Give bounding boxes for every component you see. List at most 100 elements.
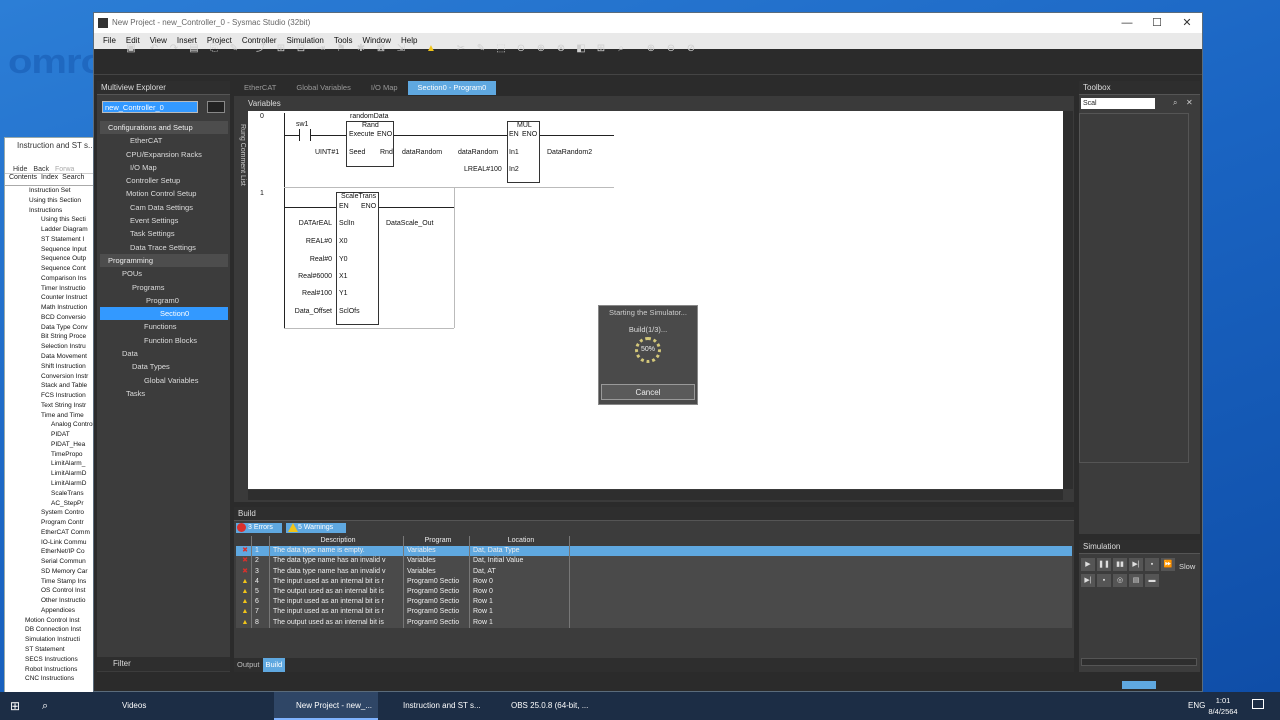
variables-header[interactable]: Variables bbox=[248, 99, 288, 108]
help-hide-button[interactable]: Hide bbox=[13, 166, 27, 173]
help-tree-item[interactable]: CNC Instructions bbox=[5, 674, 95, 684]
build-col-header[interactable]: Program bbox=[404, 536, 470, 547]
help-tree-item[interactable]: EtherCAT Comm bbox=[5, 528, 95, 538]
editor-horizontal-scrollbar[interactable] bbox=[248, 490, 1063, 500]
help-tree-item[interactable]: Program Contr bbox=[5, 518, 95, 528]
search-icon[interactable]: ⌕ bbox=[1173, 98, 1183, 109]
help-tree-item[interactable]: Sequence Outp bbox=[5, 254, 95, 264]
controller-toggle[interactable] bbox=[207, 101, 225, 113]
editor-vertical-scrollbar[interactable] bbox=[1063, 111, 1073, 489]
help-tree-item[interactable]: System Contro bbox=[5, 508, 95, 518]
help-tree-item[interactable]: EtherNet/IP Co bbox=[5, 547, 95, 557]
scaletrans-input-3[interactable]: Real#6000 bbox=[274, 273, 332, 280]
mul-output-value[interactable]: DataRandom2 bbox=[547, 149, 592, 156]
explorer-item-function-blocks[interactable]: Function Blocks bbox=[100, 334, 228, 347]
explorer-item-data-trace-settings[interactable]: Data Trace Settings bbox=[100, 241, 228, 254]
help-tree-item[interactable]: IO-Link Commu bbox=[5, 538, 95, 548]
help-tree-item[interactable]: OS Control Inst bbox=[5, 586, 95, 596]
toolbar-icon[interactable]: ⊞ bbox=[595, 43, 607, 55]
build-tab[interactable]: Build bbox=[262, 658, 286, 672]
toolbar-icon[interactable]: ✱ bbox=[355, 43, 367, 55]
help-tree-item[interactable]: SECS Instructions bbox=[5, 655, 95, 665]
help-tree-item[interactable]: Data Type Conv bbox=[5, 323, 95, 333]
sim-control-icon[interactable]: ▶| bbox=[1129, 558, 1143, 571]
help-tree-item[interactable]: LimitAlarm_ bbox=[5, 459, 95, 469]
sim-control-icon[interactable]: ▪ bbox=[1145, 558, 1159, 571]
sim-control-icon[interactable]: ▬ bbox=[1145, 574, 1159, 587]
rung-comment-list[interactable]: Rung Comment List bbox=[236, 124, 246, 204]
rnd-output-value[interactable]: dataRandom bbox=[402, 149, 442, 156]
controller-select[interactable]: new_Controller_0 bbox=[102, 101, 198, 113]
tab-section0-program0[interactable]: Section0 - Program0 bbox=[407, 81, 497, 95]
build-col-header[interactable] bbox=[236, 536, 252, 547]
explorer-item-pous[interactable]: POUs bbox=[100, 267, 228, 280]
help-tree-item[interactable]: Appendices bbox=[5, 606, 95, 616]
table-row[interactable]: ▲ 6 The input used as an internal bit is r… bbox=[236, 597, 1072, 608]
toolbar-icon[interactable]: ▤ bbox=[188, 43, 200, 55]
help-tree-item[interactable]: Sequence Input bbox=[5, 245, 95, 255]
explorer-item-i-o-map[interactable]: I/O Map bbox=[100, 161, 228, 174]
windows-start-icon[interactable]: ⊞ bbox=[10, 700, 22, 712]
help-tree-item[interactable]: Time and Time bbox=[5, 411, 95, 421]
help-tree-item[interactable]: PIDAT bbox=[5, 430, 95, 440]
explorer-item-controller-setup[interactable]: Controller Setup bbox=[100, 174, 228, 187]
toolbar-icon[interactable]: ⤴ bbox=[255, 43, 267, 55]
toolbar-icon[interactable]: ⇲ bbox=[395, 43, 407, 55]
help-tree-item[interactable]: Ladder Diagram bbox=[5, 225, 95, 235]
toolbar-icon[interactable]: ⬚ bbox=[495, 43, 507, 55]
help-tree-item[interactable]: Using this Secti bbox=[5, 215, 95, 225]
toolbar-icon[interactable]: ↶ bbox=[148, 43, 160, 55]
help-forward-button[interactable]: Forwa bbox=[55, 166, 74, 173]
help-tree-item[interactable]: Instructions bbox=[5, 206, 95, 216]
toolbar-icon[interactable]: ↷ bbox=[168, 43, 180, 55]
toolbar-icon[interactable]: ⊘ bbox=[685, 43, 697, 55]
help-tree-item[interactable]: ST Statement I bbox=[5, 235, 95, 245]
table-row[interactable]: ▲ 5 The output used as an internal bit is P… bbox=[236, 586, 1072, 598]
help-tree-item[interactable]: AC_StepPr bbox=[5, 499, 95, 509]
sim-control-icon[interactable]: ▤ bbox=[1129, 574, 1143, 587]
scaletrans-input-0[interactable]: DATArEAL bbox=[274, 220, 332, 227]
help-tree-item[interactable]: LimitAlarmD bbox=[5, 479, 95, 489]
explorer-item-data-types[interactable]: Data Types bbox=[100, 360, 228, 373]
toolbar-icon[interactable]: ⊕ bbox=[645, 43, 657, 55]
scaletrans-input-1[interactable]: REAL#0 bbox=[274, 238, 332, 245]
help-tree-item[interactable]: FCS Instruction bbox=[5, 391, 95, 401]
toolbar-icon[interactable]: ✎ bbox=[228, 43, 240, 55]
taskbar-app-help[interactable]: Instruction and ST s... bbox=[382, 692, 486, 720]
clock-date[interactable]: 8/4/2564 bbox=[1206, 707, 1240, 716]
help-tree-item[interactable]: Robot Instructions bbox=[5, 665, 95, 675]
toolbar-icon[interactable]: ⌕ bbox=[615, 43, 627, 55]
tab-i-o-map[interactable]: I/O Map bbox=[361, 81, 408, 95]
table-row[interactable]: ✖ 2 The data type name has an invalid v Var… bbox=[236, 556, 1072, 567]
explorer-item-program0[interactable]: Program0 bbox=[100, 294, 228, 307]
toolbar-icon[interactable]: ✂ bbox=[455, 43, 467, 55]
help-tree-item[interactable]: Instruction Set bbox=[5, 186, 95, 196]
table-row[interactable]: ✖ 1 The data type name is empty. Variables D… bbox=[236, 546, 1072, 557]
sim-control-icon[interactable]: ⏩ bbox=[1161, 558, 1175, 571]
explorer-item-event-settings[interactable]: Event Settings bbox=[100, 214, 228, 227]
help-tree-item[interactable]: Text String Instr bbox=[5, 401, 95, 411]
toolbar-icon[interactable]: ◧ bbox=[575, 43, 587, 55]
explorer-item-data[interactable]: Data bbox=[100, 347, 228, 360]
explorer-item-task-settings[interactable]: Task Settings bbox=[100, 227, 228, 240]
clock-time[interactable]: 1:01 bbox=[1206, 696, 1240, 705]
explorer-item-section0[interactable]: Section0 bbox=[100, 307, 228, 321]
explorer-item-tasks[interactable]: Tasks bbox=[100, 387, 228, 400]
help-tab-search[interactable]: Search bbox=[62, 174, 84, 185]
help-tree-item[interactable]: BCD Conversio bbox=[5, 313, 95, 323]
help-tab-contents[interactable]: Contents bbox=[9, 174, 37, 185]
build-col-header[interactable]: Description bbox=[270, 536, 404, 547]
menu-item-file[interactable]: File bbox=[98, 33, 121, 49]
toolbar-icon[interactable]: ⊠ bbox=[375, 43, 387, 55]
help-tree-item[interactable]: Motion Control Inst bbox=[5, 616, 95, 626]
help-tree-item[interactable]: Bit String Proce bbox=[5, 332, 95, 342]
help-tree-item[interactable]: Math Instruction bbox=[5, 303, 95, 313]
clear-search-icon[interactable]: ✕ bbox=[1186, 98, 1196, 109]
help-back-button[interactable]: Back bbox=[33, 166, 49, 173]
sim-control-icon[interactable]: ❚❚ bbox=[1097, 558, 1111, 571]
sim-control-icon[interactable]: ◎ bbox=[1113, 574, 1127, 587]
scaletrans-input-5[interactable]: Data_Offset bbox=[274, 308, 332, 315]
help-tree-item[interactable]: Stack and Table bbox=[5, 381, 95, 391]
help-tab-index[interactable]: Index bbox=[41, 174, 58, 185]
toolbar-icon[interactable]: ▣ bbox=[125, 43, 137, 55]
